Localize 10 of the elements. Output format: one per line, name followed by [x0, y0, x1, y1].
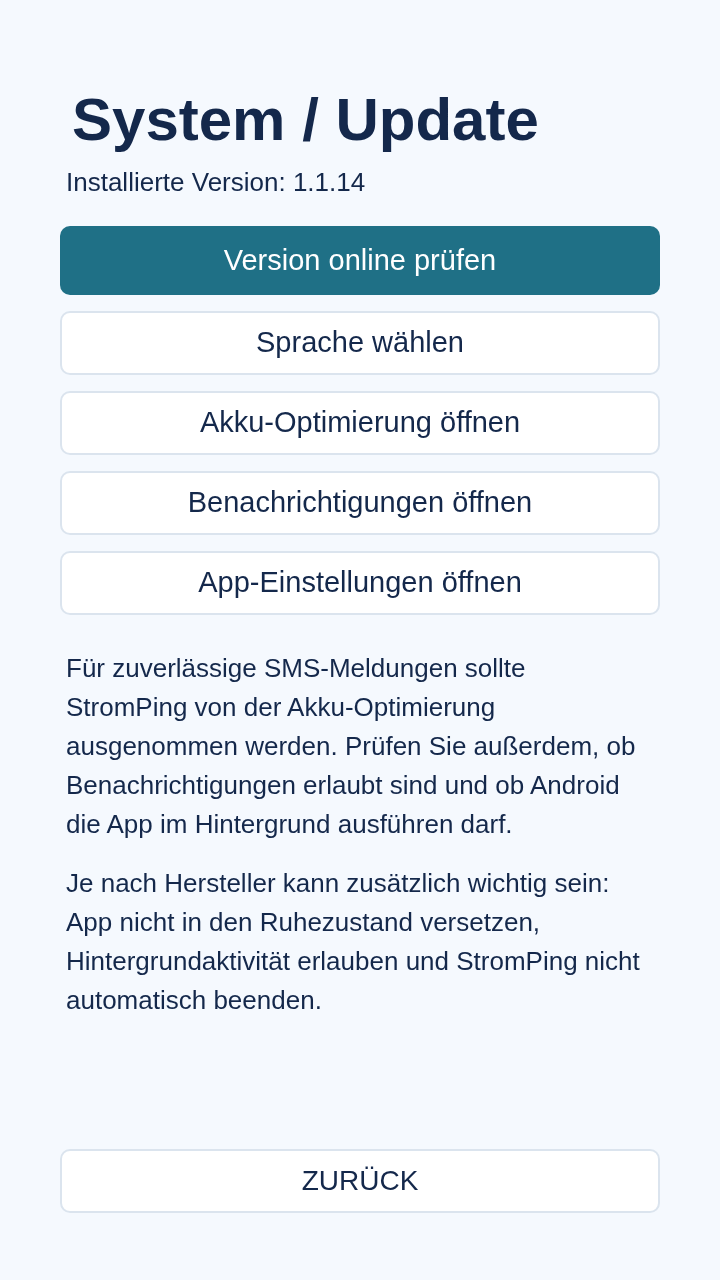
settings-button[interactable]: Benachrichtigungen öffnen: [60, 471, 660, 535]
check-version-button[interactable]: Version online prüfen: [60, 226, 660, 295]
settings-button[interactable]: Sprache wählen: [60, 311, 660, 375]
info-paragraph: Je nach Hersteller kann zusätzlich wichtig sein: App nicht in den Ruhezustand versetzen, Hintergrundaktivität erlauben und StromPing nicht automatisch beenden.: [66, 867, 641, 1017]
page-title: System / Update: [72, 85, 539, 155]
settings-button[interactable]: Akku-Optimierung öffnen: [60, 391, 660, 455]
back-button[interactable]: ZURÜCK: [60, 1149, 660, 1213]
settings-button[interactable]: App-Einstellungen öffnen: [60, 551, 660, 615]
info-paragraph: Für zuverlässige SMS-Meldungen sollte StromPing von der Akku-Optimierung ausgenommen werden. Prüfen Sie außerdem, ob Benachrichtigungen erlaubt sind und ob Android die App im Hintergrund ausführen darf.: [66, 652, 637, 841]
installed-version: Installierte Version: 1.1.14: [66, 166, 366, 199]
